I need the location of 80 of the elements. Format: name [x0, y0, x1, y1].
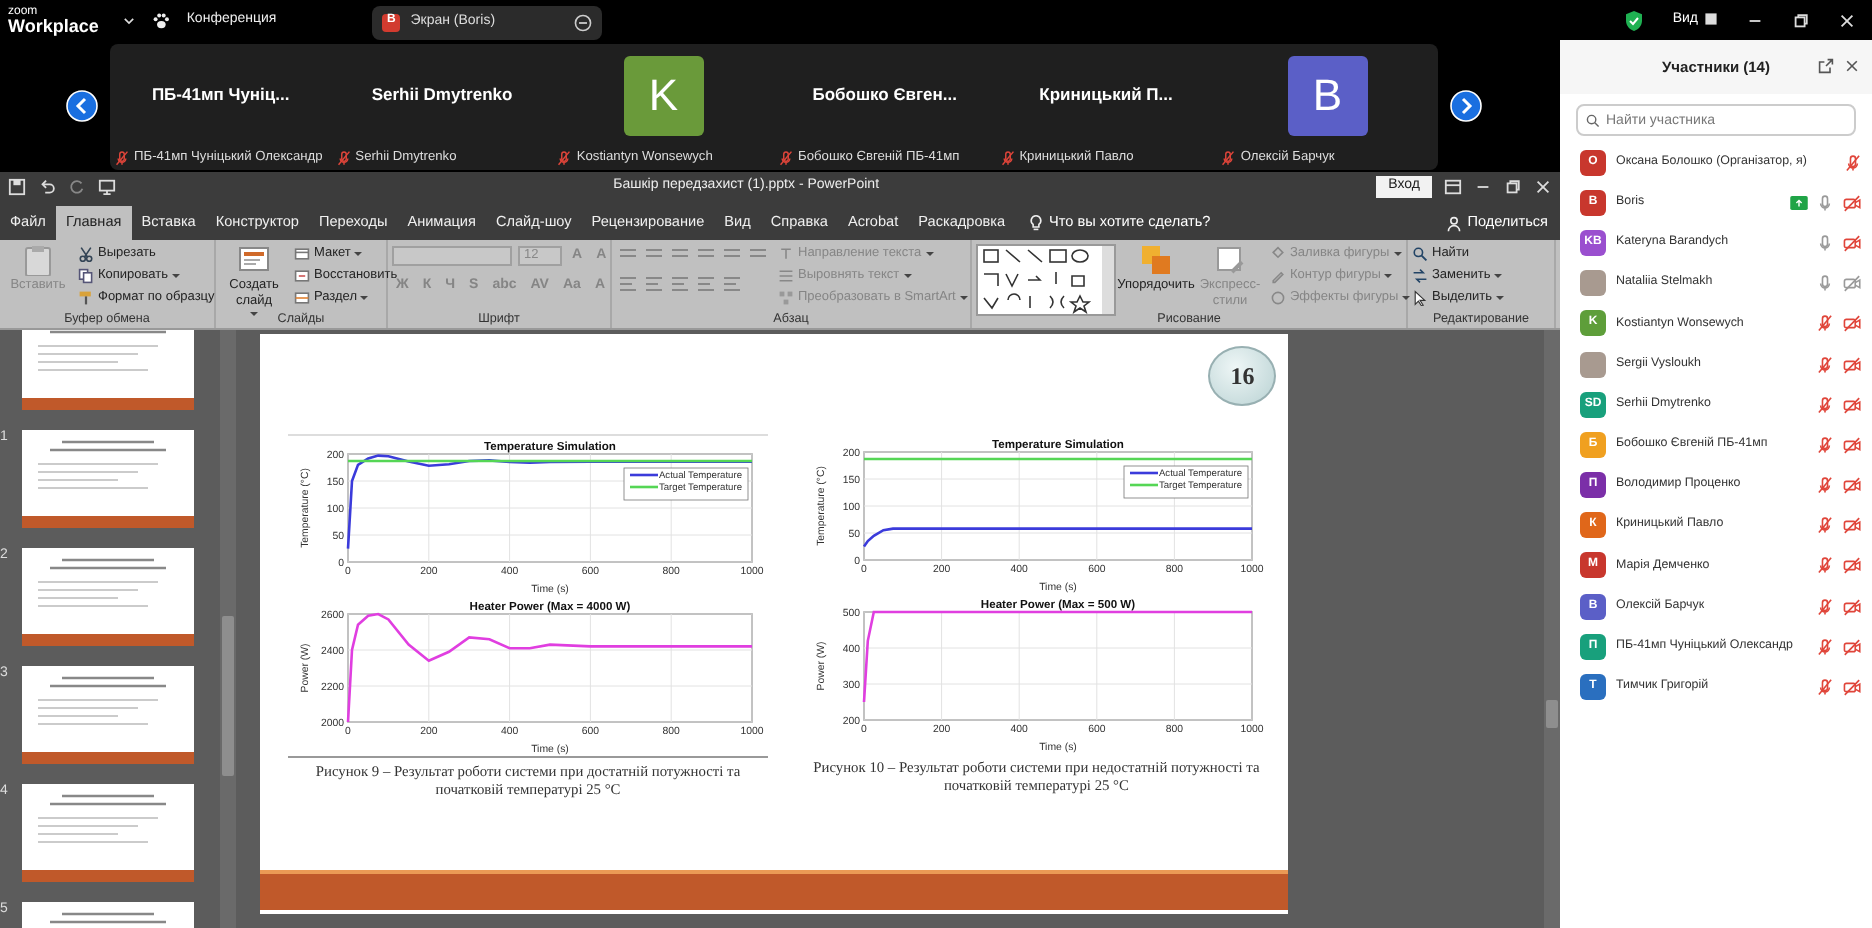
muted-mic-icon[interactable]	[1816, 516, 1834, 535]
pop-out-icon[interactable]	[1818, 58, 1834, 74]
camera-off-icon[interactable]	[1842, 678, 1862, 697]
slide-thumbnail[interactable]	[22, 548, 194, 646]
muted-mic-icon[interactable]	[1816, 355, 1834, 374]
camera-off-icon[interactable]	[1842, 597, 1862, 616]
restore-icon[interactable]	[1504, 178, 1522, 196]
muted-mic-icon[interactable]	[1816, 637, 1834, 656]
save-icon[interactable]	[8, 178, 26, 196]
cursor-icon	[1412, 290, 1428, 306]
overlapping-squares-icon	[1140, 244, 1172, 276]
muted-mic-icon[interactable]	[1816, 435, 1834, 454]
scrollbar-thumb[interactable]	[222, 616, 234, 776]
search-icon	[1586, 113, 1600, 127]
restore-icon[interactable]	[1792, 11, 1810, 29]
muted-mic-icon[interactable]	[1816, 476, 1834, 495]
muted-mic-icon[interactable]	[1816, 678, 1834, 697]
paw-icon	[152, 11, 171, 29]
boxes-icon	[778, 290, 794, 306]
camera-off-icon[interactable]	[1842, 355, 1862, 374]
previous-button[interactable]	[66, 90, 98, 122]
camera-off-icon[interactable]	[1842, 395, 1862, 414]
next-button[interactable]	[1450, 90, 1482, 122]
paintbrush-icon	[78, 290, 94, 306]
muted-mic-icon[interactable]	[1816, 597, 1834, 616]
camera-off-icon[interactable]	[1842, 435, 1862, 454]
slide-reset-icon	[294, 268, 310, 284]
mic-icon[interactable]	[1816, 193, 1834, 212]
text-direction-icon	[778, 246, 794, 262]
photo-placeholder	[1580, 351, 1606, 378]
photo-placeholder	[1580, 270, 1606, 297]
presentation-icon[interactable]	[98, 178, 116, 196]
participant-display-name: Бобошко Євген...	[812, 83, 957, 105]
scrollbar-thumb[interactable]	[1546, 700, 1558, 728]
mic-icon[interactable]	[1816, 233, 1834, 252]
layout-icon	[294, 246, 310, 262]
avatar: K	[623, 56, 704, 136]
bucket-icon	[1270, 246, 1286, 262]
muted-mic-icon[interactable]	[1816, 395, 1834, 414]
slide-number-badge: 16	[1208, 346, 1277, 406]
slide-thumbnail[interactable]	[22, 330, 194, 410]
camera-off-icon[interactable]	[1842, 233, 1862, 252]
chevron-down-icon[interactable]	[122, 13, 137, 27]
muted-mic-icon[interactable]	[1844, 153, 1862, 172]
redo-icon[interactable]	[68, 178, 86, 196]
muted-mic-icon[interactable]	[1816, 556, 1834, 575]
camera-off-icon[interactable]	[1842, 476, 1862, 495]
replace-icon	[1412, 268, 1428, 284]
camera-off-icon[interactable]	[1842, 193, 1862, 212]
section-icon	[294, 290, 310, 306]
camera-off-icon[interactable]	[1842, 516, 1862, 535]
align-text-icon	[778, 268, 794, 284]
shield-check-icon	[1624, 9, 1645, 31]
slide-thumbnail[interactable]	[22, 430, 194, 528]
camera-off-icon[interactable]	[1842, 556, 1862, 575]
slide-thumbnail[interactable]	[22, 784, 194, 882]
slide-thumbnail[interactable]	[22, 666, 194, 764]
logo-text: Workplace	[8, 17, 99, 35]
camera-off-icon[interactable]	[1842, 274, 1862, 293]
camera-off-icon[interactable]	[1842, 637, 1862, 656]
participant-display-name: Serhii Dmytrenko	[371, 83, 513, 105]
circle-icon	[1270, 290, 1286, 306]
undo-icon[interactable]	[38, 178, 56, 196]
mic-icon[interactable]	[1816, 274, 1834, 293]
lightbulb-icon	[1027, 214, 1044, 232]
camera-off-icon[interactable]	[1842, 314, 1862, 333]
participant-display-name: ПБ-41мп Чуніц...	[151, 83, 290, 105]
shapes-gallery-drawing[interactable]	[976, 244, 1116, 316]
stop-share-icon[interactable]	[574, 13, 593, 31]
participant-display-name: Криницький П...	[1039, 83, 1173, 105]
ribbon-options-icon[interactable]	[1444, 178, 1462, 196]
pencil-icon	[1270, 268, 1286, 284]
person-icon	[1445, 215, 1462, 231]
search-icon	[1412, 246, 1428, 262]
muted-mic-icon[interactable]	[1816, 314, 1834, 333]
copy-icon	[78, 268, 94, 284]
avatar: B	[1287, 56, 1368, 136]
close-icon[interactable]	[1844, 58, 1860, 74]
scissors-icon	[78, 246, 94, 262]
new-slide-icon	[238, 244, 270, 276]
